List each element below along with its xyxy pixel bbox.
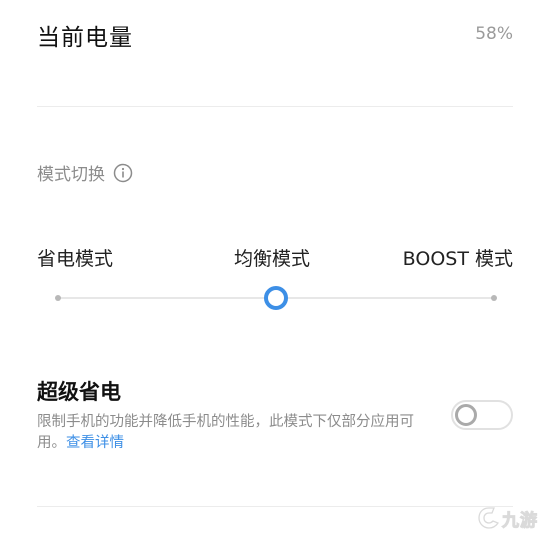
- mode-option-boost[interactable]: BOOST 模式: [403, 244, 513, 271]
- slider-stop-power-saving[interactable]: [55, 295, 61, 301]
- mode-switch-header: 模式切换: [37, 160, 133, 185]
- divider: [37, 106, 513, 107]
- mode-switch-title: 模式切换: [37, 165, 105, 185]
- toggle-knob[interactable]: [455, 404, 477, 426]
- watermark: 九游: [476, 505, 538, 531]
- battery-level-label: 当前电量: [37, 25, 133, 51]
- info-icon[interactable]: [113, 163, 133, 183]
- jiuyou-logo-icon: [478, 507, 499, 529]
- slider-stop-boost[interactable]: [491, 295, 497, 301]
- super-saver-description: 限制手机的功能并降低手机的性能，此模式下仅部分应用可用。查看详情: [37, 412, 431, 454]
- slider-thumb[interactable]: [264, 286, 288, 310]
- mode-option-power-saving[interactable]: 省电模式: [37, 244, 113, 271]
- mode-option-balanced[interactable]: 均衡模式: [234, 244, 310, 271]
- watermark-text: 九游: [502, 510, 538, 531]
- super-saver-title: 超级省电: [37, 380, 121, 404]
- battery-settings-page: 当前电量 58% 模式切换 省电模式 均衡模式 BOOST 模式 超级省电 限制…: [0, 0, 550, 545]
- mode-slider[interactable]: [55, 286, 497, 310]
- divider: [37, 506, 513, 507]
- view-details-link[interactable]: 查看详情: [66, 435, 124, 451]
- super-saver-toggle[interactable]: [451, 400, 513, 430]
- battery-level-value: 58%: [475, 24, 513, 44]
